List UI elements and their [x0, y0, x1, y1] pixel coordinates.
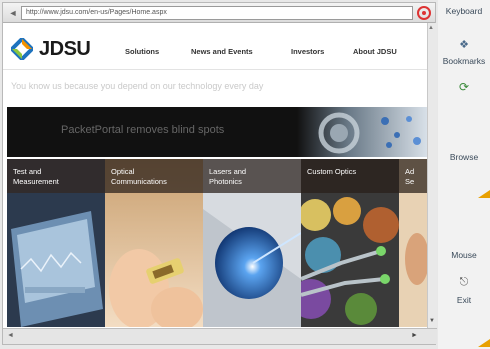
card-test-and-measurement[interactable]: Test and Measurement: [7, 159, 105, 327]
side-panel: Keyboard ❖ Bookmarks ⟳ Browse Mouse ⎋ Ex…: [438, 0, 490, 349]
web-page: JDSU Solutions News and Events Investors…: [3, 23, 427, 327]
hero-text: PacketPortal removes blind spots: [61, 124, 225, 136]
browse-button[interactable]: Browse: [438, 152, 490, 162]
hero-graphic-image: [297, 107, 427, 157]
card-label: Test and Measurement: [13, 167, 59, 186]
scroll-left-icon[interactable]: ◄: [7, 332, 14, 339]
card-label: Ad Se: [405, 167, 415, 186]
card-label: Optical Communications: [111, 167, 167, 186]
logo-diamond-icon: [11, 38, 33, 60]
logo-text: JDSU: [39, 37, 91, 60]
card-lasers-and-photonics[interactable]: Lasers and Photonics: [203, 159, 301, 327]
hero-banner[interactable]: PacketPortal removes blind spots: [7, 107, 427, 157]
product-cards: Test and Measurement Optical Communicati…: [7, 159, 427, 327]
tagline: You know us because you depend on our te…: [11, 81, 264, 91]
exit-icon[interactable]: ⎋: [438, 276, 490, 289]
nav-solutions[interactable]: Solutions: [125, 47, 159, 56]
corner-marker-icon: [478, 190, 490, 198]
nav-news-and-events[interactable]: News and Events: [191, 47, 253, 56]
card-custom-optics[interactable]: Custom Optics: [301, 159, 399, 327]
mouse-button[interactable]: Mouse: [438, 250, 490, 260]
exit-button[interactable]: Exit: [438, 295, 490, 305]
scroll-down-icon[interactable]: ▼: [428, 318, 436, 326]
bookmarks-icon[interactable]: ❖: [438, 38, 490, 51]
back-arrow-icon[interactable]: ◄: [7, 7, 19, 19]
browser-window: ◄ http://www.jdsu.com/en-us/Pages/Home.a…: [2, 2, 437, 345]
scroll-right-icon[interactable]: ►: [411, 332, 418, 339]
nav-about-jdsu[interactable]: About JDSU: [353, 47, 397, 56]
vertical-scrollbar[interactable]: [427, 23, 437, 328]
horizontal-scrollbar[interactable]: [3, 328, 437, 344]
stop-icon[interactable]: [417, 6, 431, 20]
card-label: Custom Optics: [307, 167, 357, 176]
keyboard-button[interactable]: Keyboard: [438, 6, 490, 16]
jdsu-logo[interactable]: JDSU: [11, 37, 91, 61]
card-partial[interactable]: Ad Se: [399, 159, 427, 327]
scroll-up-icon[interactable]: ▲: [428, 25, 436, 33]
card-label: Lasers and Photonics: [209, 167, 247, 186]
card-optical-communications[interactable]: Optical Communications: [105, 159, 203, 327]
divider: [3, 69, 427, 70]
refresh-icon[interactable]: ⟳: [438, 80, 490, 94]
url-input[interactable]: http://www.jdsu.com/en-us/Pages/Home.asp…: [21, 6, 413, 20]
corner-marker-icon: [478, 339, 490, 347]
address-bar: ◄ http://www.jdsu.com/en-us/Pages/Home.a…: [3, 3, 435, 23]
bookmarks-button[interactable]: Bookmarks: [438, 56, 490, 66]
nav-investors[interactable]: Investors: [291, 47, 324, 56]
